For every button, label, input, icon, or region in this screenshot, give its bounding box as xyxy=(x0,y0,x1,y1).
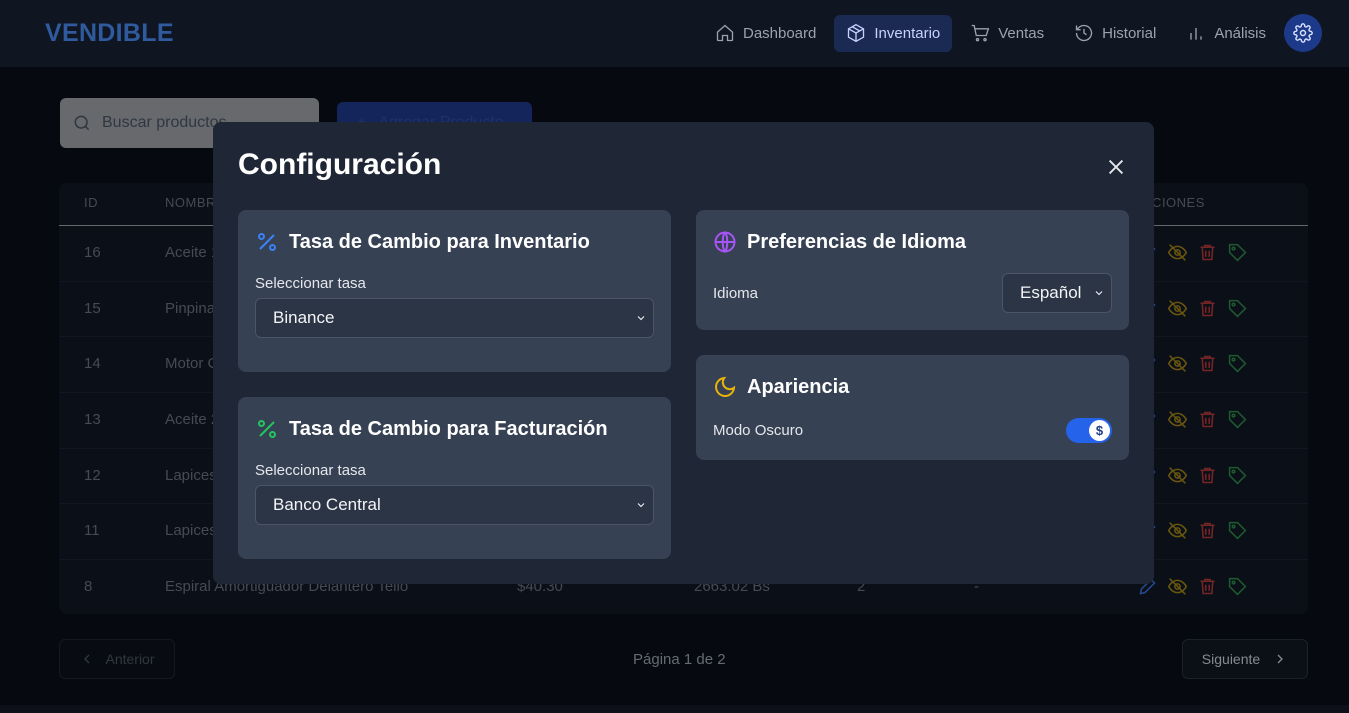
dark-mode-label: Modo Oscuro xyxy=(713,422,804,439)
billing-rate-select[interactable]: Banco Central xyxy=(255,485,654,525)
settings-button[interactable] xyxy=(1284,14,1322,52)
appearance-card: Apariencia Modo Oscuro $ xyxy=(696,355,1129,460)
language-value: Español xyxy=(1020,283,1082,302)
inventory-rate-value: Binance xyxy=(273,308,335,327)
inventory-rate-title-text: Tasa de Cambio para Inventario xyxy=(289,230,590,253)
cart-icon xyxy=(971,24,990,42)
billing-rate-label: Seleccionar tasa xyxy=(255,462,366,479)
language-title: Preferencias de Idioma xyxy=(713,230,966,254)
nav-historial[interactable]: Historial xyxy=(1062,15,1168,52)
globe-icon xyxy=(714,231,736,253)
billing-rate-card: Tasa de Cambio para Facturación Seleccio… xyxy=(238,397,671,559)
close-button[interactable] xyxy=(1105,156,1127,178)
nav-inventario-label: Inventario xyxy=(874,24,941,42)
inventory-rate-title: Tasa de Cambio para Inventario xyxy=(255,230,590,254)
nav-ventas[interactable]: Ventas xyxy=(958,15,1056,52)
toggle-knob: $ xyxy=(1089,420,1110,441)
billing-rate-value: Banco Central xyxy=(273,495,381,514)
chevron-down-icon xyxy=(1095,291,1103,296)
percent-icon xyxy=(258,233,276,251)
language-label: Idioma xyxy=(713,285,759,302)
settings-modal: Configuración Tasa de Cambio para Invent… xyxy=(213,122,1154,584)
inventory-rate-select[interactable]: Binance xyxy=(255,298,654,338)
modal-title: Configuración xyxy=(238,148,442,181)
language-title-text: Preferencias de Idioma xyxy=(747,230,966,253)
home-icon xyxy=(716,24,734,42)
nav-dashboard-label: Dashboard xyxy=(742,24,817,42)
gear-icon xyxy=(1293,23,1313,43)
nav-inventario[interactable]: Inventario xyxy=(834,14,953,52)
bar-chart-icon xyxy=(1190,28,1202,40)
nav-analisis-label: Análisis xyxy=(1214,24,1266,42)
nav-historial-label: Historial xyxy=(1102,24,1157,42)
history-icon xyxy=(1075,24,1093,42)
nav-dashboard[interactable]: Dashboard xyxy=(703,15,828,52)
moon-icon xyxy=(715,376,736,397)
box-icon xyxy=(848,23,865,43)
brand-logo[interactable]: VENDIBLE xyxy=(45,19,174,48)
chevron-down-icon xyxy=(637,316,645,321)
chevron-down-icon xyxy=(637,503,645,508)
billing-rate-title-text: Tasa de Cambio para Facturación xyxy=(289,417,608,440)
nav-ventas-label: Ventas xyxy=(998,24,1045,42)
inventory-rate-card: Tasa de Cambio para Inventario Seleccion… xyxy=(238,210,671,372)
close-icon xyxy=(1108,159,1124,175)
appearance-title: Apariencia xyxy=(713,375,849,399)
inventory-rate-label: Seleccionar tasa xyxy=(255,275,366,292)
app-header: VENDIBLE Dashboard Inventario Ventas His… xyxy=(0,0,1349,67)
nav-analisis[interactable]: Análisis xyxy=(1174,15,1278,52)
billing-rate-title: Tasa de Cambio para Facturación xyxy=(255,417,608,441)
dollar-icon: $ xyxy=(1095,423,1104,438)
language-card: Preferencias de Idioma Idioma Español xyxy=(696,210,1129,330)
appearance-title-text: Apariencia xyxy=(747,375,850,398)
main-nav: Dashboard Inventario Ventas Historial An… xyxy=(697,14,1322,52)
dark-mode-toggle[interactable]: $ xyxy=(1066,418,1112,443)
language-select[interactable]: Español xyxy=(1002,273,1112,313)
percent-icon xyxy=(258,420,276,438)
